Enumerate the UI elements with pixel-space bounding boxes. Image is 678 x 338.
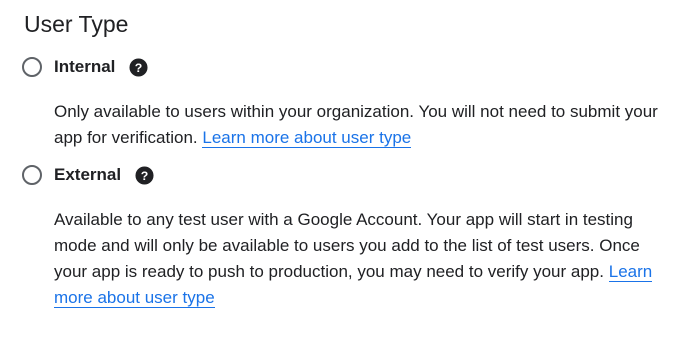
svg-text:?: ? bbox=[141, 168, 149, 182]
section-title: User Type bbox=[24, 11, 129, 37]
svg-text:?: ? bbox=[135, 60, 143, 74]
internal-radio-button[interactable] bbox=[22, 57, 42, 77]
internal-option-label: Internal bbox=[54, 57, 116, 76]
external-option-label: External bbox=[54, 165, 122, 184]
user-type-external-option[interactable]: External ? bbox=[22, 163, 154, 187]
user-type-internal-option[interactable]: Internal ? bbox=[22, 55, 148, 79]
external-radio-button[interactable] bbox=[22, 165, 42, 185]
help-circle-icon[interactable]: ? bbox=[135, 165, 154, 185]
internal-description: Only available to users within your orga… bbox=[54, 99, 664, 151]
external-description: Available to any test user with a Google… bbox=[54, 207, 664, 311]
internal-learn-more-link[interactable]: Learn more about user type bbox=[202, 128, 412, 148]
help-circle-icon[interactable]: ? bbox=[129, 57, 148, 77]
external-description-text: Available to any test user with a Google… bbox=[54, 210, 640, 281]
